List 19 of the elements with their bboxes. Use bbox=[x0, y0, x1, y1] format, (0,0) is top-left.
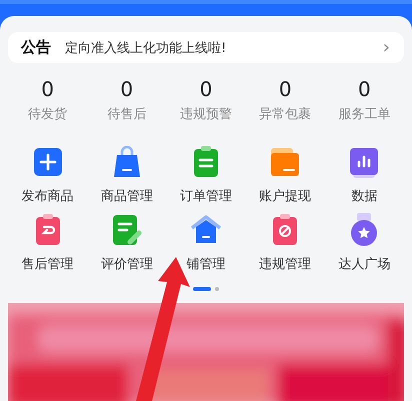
shortcut-label[interactable]: 商品管理 bbox=[100, 187, 153, 205]
shortcut-label[interactable]: 售后管理 bbox=[22, 255, 74, 273]
shortcut-label[interactable]: 铺管理 bbox=[186, 255, 226, 273]
stat-value[interactable]: 0 bbox=[358, 77, 371, 101]
notice-text: 定向准入线上化功能上线啦! bbox=[65, 40, 228, 56]
notice-label: 公告 bbox=[21, 38, 51, 57]
stat-value[interactable]: 0 bbox=[278, 77, 292, 101]
shortcut-label[interactable]: 评价管理 bbox=[100, 255, 153, 273]
stat-value[interactable]: 0 bbox=[120, 77, 134, 101]
notice-bar[interactable]: 公告 定向准入线上化功能上线啦! › bbox=[8, 32, 404, 63]
chevron-icon: › bbox=[382, 37, 390, 58]
stat-value[interactable]: 0 bbox=[41, 77, 54, 101]
shortcut-label[interactable]: 数据 bbox=[351, 187, 378, 205]
stat-value[interactable]: 0 bbox=[200, 77, 212, 101]
shortcut-label[interactable]: 发布商品 bbox=[22, 187, 74, 205]
shortcut-label[interactable]: 订单管理 bbox=[180, 187, 232, 205]
shortcut-label[interactable]: 账户提现 bbox=[259, 187, 312, 205]
shortcut-label[interactable]: 达人广场 bbox=[338, 255, 390, 273]
shortcut-label[interactable]: 违规管理 bbox=[259, 255, 312, 273]
